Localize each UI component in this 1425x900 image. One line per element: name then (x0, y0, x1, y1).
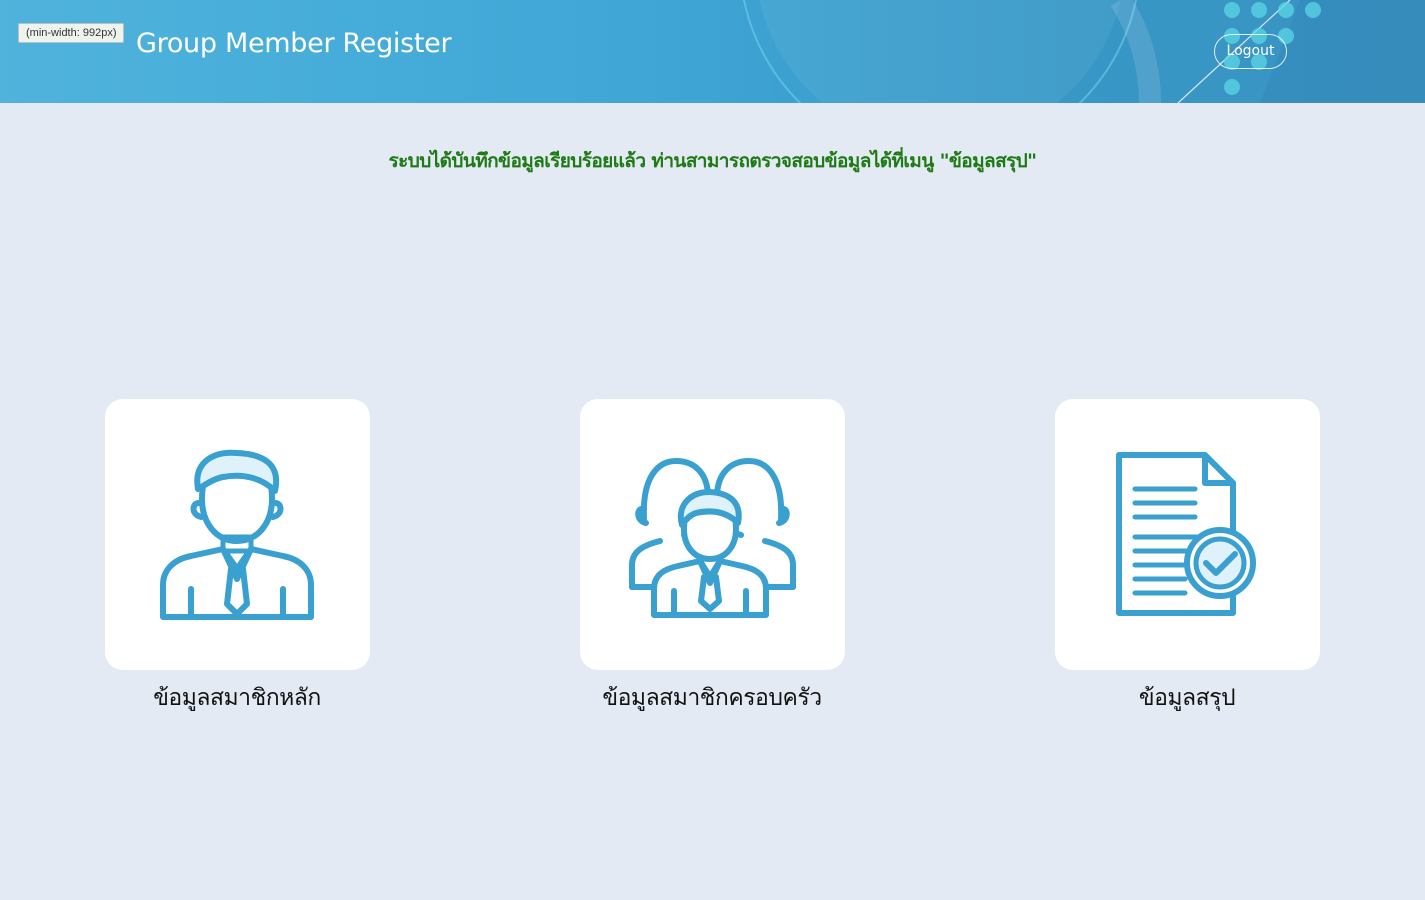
group-icon (629, 458, 796, 618)
summary-label[interactable]: ข้อมูลสรุป (997, 680, 1377, 716)
document-check-icon (1116, 452, 1256, 616)
summary-card[interactable] (1055, 399, 1320, 670)
person-icon (160, 449, 314, 620)
page-title: Group Member Register (136, 28, 452, 59)
breakpoint-badge: (min-width: 992px) (18, 23, 125, 43)
family-member-card[interactable] (580, 399, 845, 670)
logout-button[interactable]: Logout (1214, 34, 1287, 69)
main-member-label[interactable]: ข้อมูลสมาชิกหลัก (47, 680, 427, 716)
main-member-card[interactable] (105, 399, 370, 670)
family-member-label[interactable]: ข้อมูลสมาชิกครอบครัว (522, 680, 902, 716)
header-bar: Group Member Register Logout (0, 0, 1425, 103)
success-message: ระบบได้บันทึกข้อมูลเรียบร้อยแล้ว ท่านสาม… (388, 150, 1037, 172)
